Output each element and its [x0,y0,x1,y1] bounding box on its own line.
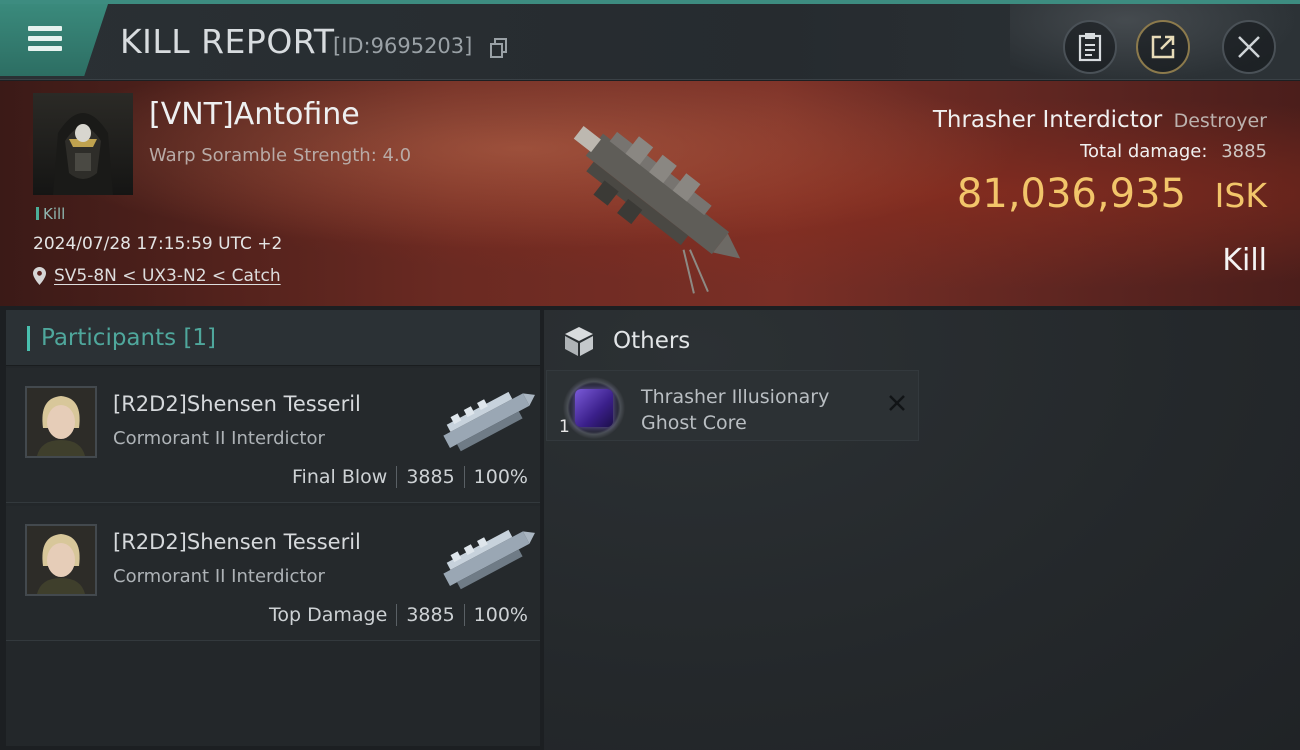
victim-ship-image[interactable] [545,89,765,304]
total-damage: Total damage: 3885 [1080,141,1267,162]
warp-scramble-strength: Warp Soramble Strength: 4.0 [149,145,412,166]
participant-portrait [27,388,95,456]
victim-portrait [53,113,113,195]
stats-divider [463,466,465,488]
report-id: [ID:9695203] [333,34,473,58]
isk-value: 81,036,935 ISK [957,171,1267,217]
dropped-item[interactable]: 1 Thrasher Illusionary Ghost Core [546,370,919,441]
item-icon [563,377,625,439]
others-header: Others [544,310,1300,370]
clipboard-icon [1078,33,1102,62]
total-damage-value: 3885 [1221,141,1267,162]
others-title: Others [613,328,691,354]
participant-avatar[interactable] [25,386,97,458]
participants-panel: Participants [1] [R2D2]Shensen Tesseril … [6,310,540,746]
others-panel: Others 1 Thrasher Illusionary Ghost Core [544,310,1300,750]
copy-icon[interactable] [490,38,508,58]
participants-tab[interactable]: Participants [1] [6,310,540,366]
item-quantity: 1 [559,417,570,437]
share-button[interactable] [1136,20,1190,74]
cube-icon [565,327,593,356]
participant-damage: 3885 [406,604,455,626]
participant-name[interactable]: [R2D2]Shensen Tesseril [113,392,361,416]
participant-stats: Final Blow 3885 100% [292,466,528,488]
item-name-line2: Ghost Core [641,412,747,434]
victim-name[interactable]: [VNT]Antofine [149,97,360,132]
participant-percent: 100% [473,466,528,488]
participant-damage: 3885 [406,466,455,488]
participant-row[interactable]: [R2D2]Shensen Tesseril Cormorant II Inte… [6,506,540,641]
close-button[interactable] [1222,20,1276,74]
participant-ship: Cormorant II Interdictor [113,566,325,587]
participant-portrait [27,526,95,594]
participant-avatar[interactable] [25,524,97,596]
isk-amount: 81,036,935 [956,171,1186,217]
menu-icon [28,26,62,52]
participant-role: Top Damage [269,604,388,626]
participant-row[interactable]: [R2D2]Shensen Tesseril Cormorant II Inte… [6,368,540,503]
share-icon [1151,35,1175,59]
item-name-line1: Thrasher Illusionary [641,386,830,408]
close-icon [1238,36,1260,58]
tab-indicator [27,326,30,351]
location-link[interactable]: SV5-8N < UX3-N2 < Catch [54,266,281,286]
item-name: Thrasher Illusionary Ghost Core [641,384,871,436]
victim-banner: [VNT]Antofine Warp Soramble Strength: 4.… [0,81,1300,306]
clipboard-button[interactable] [1063,20,1117,74]
victim-avatar[interactable] [33,93,133,195]
stats-divider [396,604,398,626]
participant-ship-image[interactable] [430,376,540,461]
page-title: KILL REPORT [120,22,335,61]
participant-ship: Cormorant II Interdictor [113,428,325,449]
kill-location[interactable]: SV5-8N < UX3-N2 < Catch [33,266,281,286]
menu-button[interactable] [0,4,108,76]
report-result: Kill [1222,243,1267,278]
kill-tag: Kill [36,205,65,223]
stats-divider [463,604,465,626]
participant-role: Final Blow [292,466,388,488]
total-damage-label: Total damage: [1080,141,1208,162]
participant-name[interactable]: [R2D2]Shensen Tesseril [113,530,361,554]
x-mark-icon [889,395,905,411]
participants-title: Participants [1] [41,325,216,351]
participant-ship-image[interactable] [430,514,540,599]
victim-ship: Thrasher Interdictor Destroyer [933,107,1267,133]
location-pin-icon [33,267,46,285]
stats-divider [396,466,398,488]
header-bar: KILL REPORT [ID:9695203] [0,4,1300,84]
participant-percent: 100% [473,604,528,626]
kill-datetime: 2024/07/28 17:15:59 UTC +2 [33,234,283,254]
isk-unit: ISK [1214,176,1267,215]
victim-ship-name: Thrasher Interdictor [932,107,1163,133]
item-gem-icon [575,389,613,427]
victim-ship-class: Destroyer [1173,110,1267,132]
participant-stats: Top Damage 3885 100% [269,604,528,626]
